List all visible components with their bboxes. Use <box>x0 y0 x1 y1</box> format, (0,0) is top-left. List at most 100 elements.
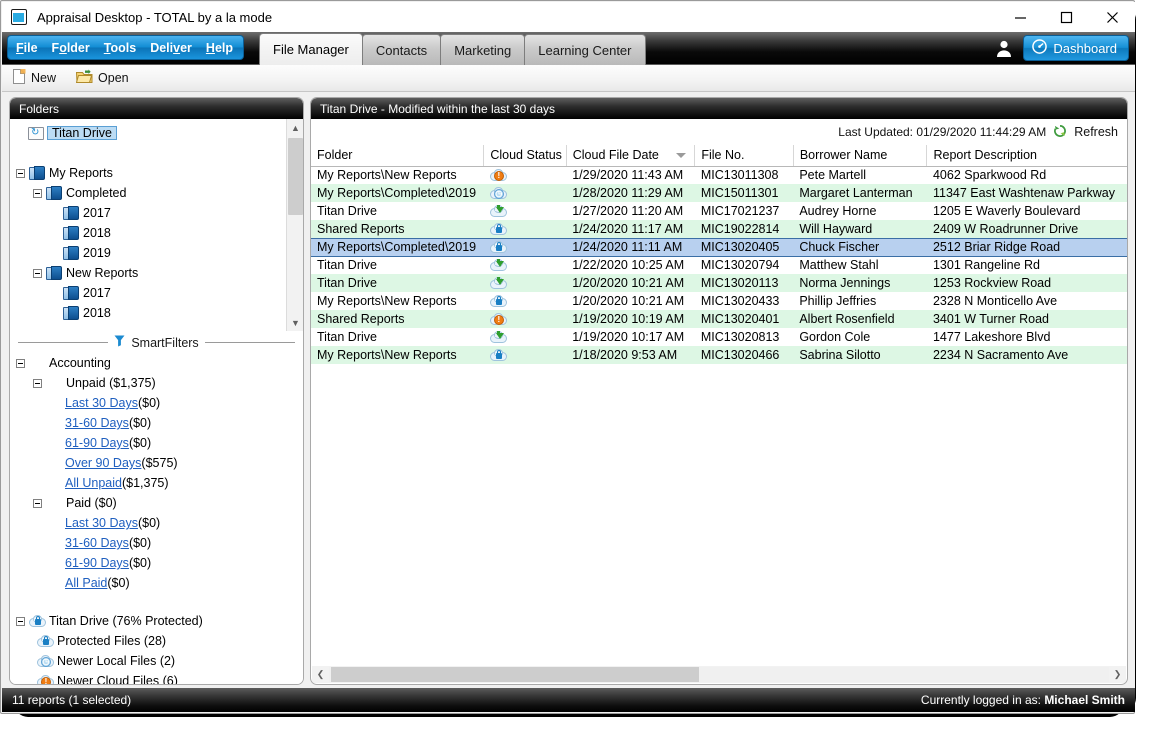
scroll-up-icon[interactable]: ▲ <box>287 119 303 136</box>
scrollbar-thumb[interactable] <box>331 667 699 682</box>
filter-link[interactable]: All Unpaid <box>65 476 122 490</box>
filter-link[interactable]: 61-90 Days <box>65 436 129 450</box>
open-button[interactable]: Open <box>73 67 132 89</box>
table-row[interactable]: My Reports\Completed\2019 ◷ 1/28/2020 11… <box>311 184 1127 202</box>
filter-unpaid-over-90[interactable]: Over 90 Days ($575) <box>10 453 303 473</box>
scrollbar-thumb[interactable] <box>288 138 303 215</box>
scroll-right-icon[interactable]: ❯ <box>1109 666 1126 683</box>
filter-link[interactable]: 61-90 Days <box>65 556 129 570</box>
column-header-report-description[interactable]: Report Description <box>927 145 1127 166</box>
menu-item-deliver[interactable]: Deliver <box>150 41 192 55</box>
filter-group-unpaid[interactable]: Unpaid ($1,375) <box>10 373 303 393</box>
cell-cloud-file-date: 1/19/2020 10:17 AM <box>566 328 695 346</box>
refresh-icon[interactable] <box>1053 124 1067 141</box>
close-icon[interactable] <box>1089 2 1135 32</box>
table-row[interactable]: Titan Drive 1/19/2020 10:17 AM MIC130208… <box>311 328 1127 346</box>
filter-newer-local-files[interactable]: ◷ Newer Local Files (2) <box>10 651 303 671</box>
table-row[interactable]: Titan Drive 1/22/2020 10:25 AM MIC130207… <box>311 256 1127 274</box>
table-row[interactable]: Shared Reports 1/24/2020 11:17 AM MIC190… <box>311 220 1127 238</box>
filter-all-paid[interactable]: All Paid ($0) <box>10 573 303 593</box>
tab-bar: File Manager Contacts Marketing Learning… <box>259 33 645 65</box>
filter-paid-31-60[interactable]: 31-60 Days ($0) <box>10 533 303 553</box>
scroll-down-icon[interactable]: ▼ <box>287 314 303 331</box>
filter-link[interactable]: 31-60 Days <box>65 536 129 550</box>
expander-icon[interactable] <box>33 499 42 508</box>
scroll-left-icon[interactable]: ❮ <box>312 666 329 683</box>
tree-item-completed-2018[interactable]: 2018 <box>10 223 303 243</box>
tree-item-completed[interactable]: Completed <box>10 183 303 203</box>
filter-unpaid-61-90[interactable]: 61-90 Days ($0) <box>10 433 303 453</box>
filter-group-paid[interactable]: Paid ($0) <box>10 493 303 513</box>
cell-cloud-file-date: 1/18/2020 9:53 AM <box>566 346 695 364</box>
body-area: Folders Titan Drive My Reports <box>2 92 1135 689</box>
user-avatar-icon[interactable] <box>991 34 1017 62</box>
reports-horizontal-scrollbar[interactable]: ❮ ❯ <box>312 666 1126 683</box>
column-header-cloud-file-date[interactable]: Cloud File Date <box>566 145 695 166</box>
table-row[interactable]: My Reports\New Reports ! 1/29/2020 11:43… <box>311 166 1127 184</box>
filter-group-titan-drive[interactable]: Titan Drive (76% Protected) <box>10 611 303 631</box>
menu-item-help[interactable]: Help <box>206 41 233 55</box>
tree-item-new-2017[interactable]: 2017 <box>10 283 303 303</box>
table-row[interactable]: My Reports\New Reports 1/20/2020 10:21 A… <box>311 292 1127 310</box>
refresh-label[interactable]: Refresh <box>1074 125 1118 139</box>
column-header-folder[interactable]: Folder <box>311 145 484 166</box>
minimize-icon[interactable] <box>997 2 1043 32</box>
tab-marketing[interactable]: Marketing <box>440 34 525 65</box>
tree-item-titan-drive[interactable]: Titan Drive <box>10 123 303 143</box>
filter-protected-files[interactable]: Protected Files (28) <box>10 631 303 651</box>
tree-item-my-reports[interactable]: My Reports <box>10 163 303 183</box>
filter-unpaid-last-30[interactable]: Last 30 Days ($0) <box>10 393 303 413</box>
tab-label: Contacts <box>376 43 427 58</box>
cloud-download-icon <box>490 331 507 344</box>
expander-icon[interactable] <box>33 269 42 278</box>
table-row[interactable]: Shared Reports ! 1/19/2020 10:19 AM MIC1… <box>311 310 1127 328</box>
folder-icon <box>29 166 45 180</box>
expander-icon[interactable] <box>16 617 25 626</box>
filter-all-unpaid[interactable]: All Unpaid ($1,375) <box>10 473 303 493</box>
scrollbar-track[interactable] <box>329 667 1109 682</box>
tab-learning-center[interactable]: Learning Center <box>524 34 645 65</box>
cell-borrower-name: Norma Jennings <box>793 274 927 292</box>
table-row[interactable]: My Reports\New Reports 1/18/2020 9:53 AM… <box>311 346 1127 364</box>
table-row[interactable]: Titan Drive 1/27/2020 11:20 AM MIC170212… <box>311 202 1127 220</box>
tree-item-new-reports[interactable]: New Reports <box>10 263 303 283</box>
cell-cloud-status: ◷ <box>484 184 566 202</box>
tab-contacts[interactable]: Contacts <box>362 34 441 65</box>
folder-tree-scrollbar[interactable]: ▲ ▼ <box>286 119 303 331</box>
filter-newer-cloud-files[interactable]: ! Newer Cloud Files (6) <box>10 671 303 685</box>
column-header-cloud-status[interactable]: Cloud Status <box>484 145 566 166</box>
menu-item-file[interactable]: File <box>16 41 38 55</box>
tree-item-completed-2017[interactable]: 2017 <box>10 203 303 223</box>
tab-label: Marketing <box>454 43 511 58</box>
tab-file-manager[interactable]: File Manager <box>259 33 363 65</box>
filter-unpaid-31-60[interactable]: 31-60 Days ($0) <box>10 413 303 433</box>
cell-report-description: 2409 W Roadrunner Drive <box>927 220 1127 238</box>
filter-paid-last-30[interactable]: Last 30 Days ($0) <box>10 513 303 533</box>
filter-link[interactable]: 31-60 Days <box>65 416 129 430</box>
expander-icon[interactable] <box>33 189 42 198</box>
column-header-borrower-name[interactable]: Borrower Name <box>793 145 927 166</box>
table-header-row: Folder Cloud Status Cloud File Date File… <box>311 145 1127 166</box>
table-row[interactable]: Titan Drive 1/20/2020 10:21 AM MIC130201… <box>311 274 1127 292</box>
filter-link[interactable]: Over 90 Days <box>65 456 141 470</box>
menu-item-folder[interactable]: Folder <box>52 41 90 55</box>
column-header-file-no[interactable]: File No. <box>695 145 793 166</box>
tree-item-new-2018[interactable]: 2018 <box>10 303 303 323</box>
cell-folder: Shared Reports <box>311 310 484 328</box>
filter-link[interactable]: All Paid <box>65 576 107 590</box>
filter-group-accounting[interactable]: Accounting <box>10 353 303 373</box>
filter-link[interactable]: Last 30 Days <box>65 516 138 530</box>
expander-icon[interactable] <box>33 379 42 388</box>
expander-icon[interactable] <box>16 359 25 368</box>
filter-link[interactable]: Last 30 Days <box>65 396 138 410</box>
expander-icon[interactable] <box>16 169 25 178</box>
cell-folder: My Reports\New Reports <box>311 292 484 310</box>
table-row-selected[interactable]: My Reports\Completed\2019 1/24/2020 11:1… <box>311 238 1127 256</box>
cloud-clock-icon: ◷ <box>490 187 507 200</box>
menu-item-tools[interactable]: Tools <box>104 41 136 55</box>
new-button[interactable]: New <box>9 67 59 89</box>
maximize-icon[interactable] <box>1043 2 1089 32</box>
tree-item-completed-2019[interactable]: 2019 <box>10 243 303 263</box>
dashboard-button[interactable]: Dashboard <box>1023 35 1129 61</box>
filter-paid-61-90[interactable]: 61-90 Days ($0) <box>10 553 303 573</box>
